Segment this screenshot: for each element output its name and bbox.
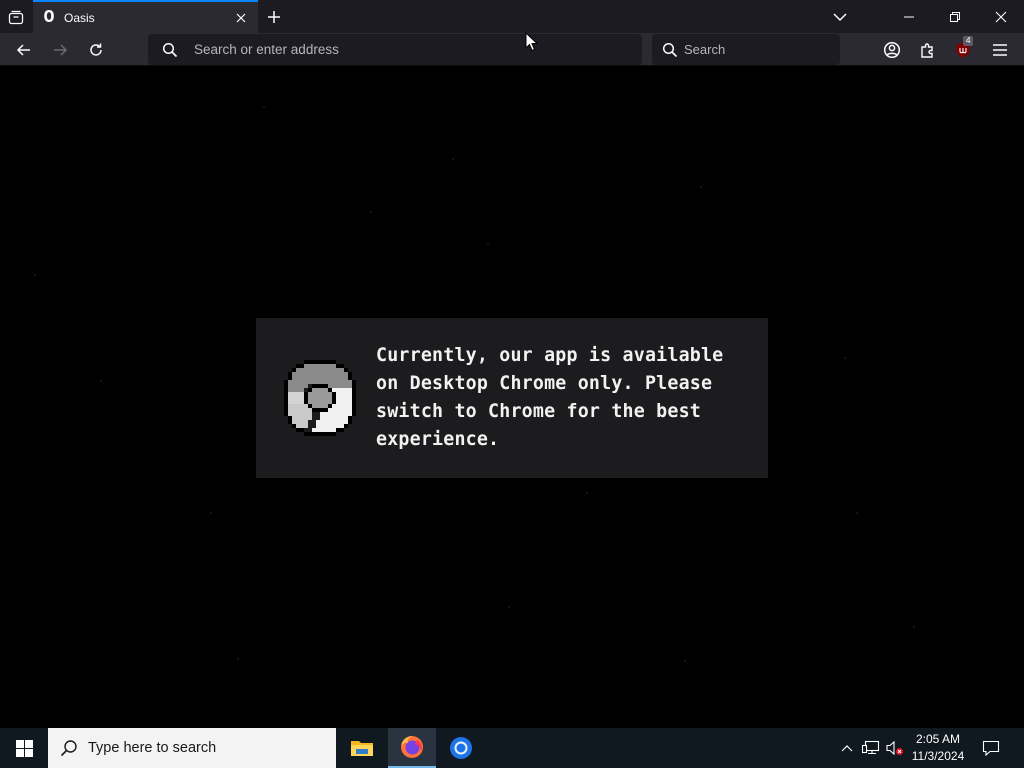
background-star <box>913 626 915 628</box>
search-icon <box>662 42 678 58</box>
background-star <box>684 660 686 662</box>
arrow-right-icon <box>54 44 68 56</box>
forward-button[interactable] <box>46 36 74 64</box>
background-star <box>700 186 702 188</box>
show-hidden-icons-button[interactable] <box>837 738 857 758</box>
navigation-toolbar: Search or enter address Search 4 <box>0 33 1024 66</box>
clock-date: 11/3/2024 <box>911 749 965 763</box>
new-tab-button[interactable] <box>262 5 286 29</box>
background-star <box>452 158 454 160</box>
list-all-tabs-button[interactable] <box>828 5 852 29</box>
screen: O Oasis Search or enter address Search 4… <box>0 0 1024 768</box>
plus-icon <box>268 11 280 23</box>
network-icon <box>862 740 880 755</box>
chrome-icon <box>284 360 356 436</box>
reload-icon <box>90 43 102 56</box>
background-star <box>586 492 588 494</box>
search-icon <box>162 42 178 58</box>
chevron-up-icon <box>841 745 853 752</box>
background-star <box>487 243 489 245</box>
address-bar[interactable]: Search or enter address <box>148 34 642 65</box>
background-star <box>34 274 36 276</box>
search-bar-placeholder: Search <box>684 42 726 57</box>
firefox-icon <box>401 736 423 758</box>
network-status-button[interactable] <box>861 738 881 758</box>
close-icon <box>236 13 246 22</box>
folder-icon <box>351 741 373 756</box>
taskbar-search-placeholder: Type here to search <box>88 740 217 756</box>
windows-taskbar: Type here to search 2:05 AM 11/3/2024 <box>0 728 1024 768</box>
volume-muted-icon <box>886 740 903 756</box>
extension-badge-count: 4 <box>963 36 974 46</box>
background-star <box>856 512 858 514</box>
chrome-icon <box>450 737 472 759</box>
account-button[interactable] <box>879 37 905 63</box>
app-menu-button[interactable] <box>987 37 1013 63</box>
background-star <box>508 606 510 608</box>
background-star <box>210 512 212 514</box>
address-bar-placeholder: Search or enter address <box>194 42 339 57</box>
puzzle-icon <box>921 43 933 58</box>
search-bar[interactable]: Search <box>652 34 840 65</box>
hamburger-menu-icon <box>993 44 1007 56</box>
account-icon <box>883 41 901 59</box>
tab-bar: O Oasis <box>0 0 1024 33</box>
tab-list-icon <box>8 10 24 24</box>
arrow-left-icon <box>16 44 30 56</box>
restore-button[interactable] <box>932 0 978 33</box>
window-close-button[interactable] <box>978 0 1024 33</box>
notification-icon <box>982 740 1000 756</box>
notice-message: Currently, our app is available on Deskt… <box>376 345 724 450</box>
back-button[interactable] <box>10 36 38 64</box>
tab-list-button[interactable] <box>0 0 32 33</box>
page-viewport: Currently, our app is available on Deskt… <box>0 66 1024 728</box>
minimize-button[interactable] <box>886 0 932 33</box>
tab-title: Oasis <box>64 10 95 25</box>
minimize-icon <box>904 16 914 17</box>
start-button[interactable] <box>0 728 48 768</box>
tab-favicon: O <box>43 7 55 28</box>
background-star <box>100 380 102 382</box>
clock-time: 2:05 AM <box>915 732 961 746</box>
volume-button[interactable] <box>885 738 905 758</box>
background-star <box>263 106 265 108</box>
browser-compatibility-notice: Currently, our app is available on Deskt… <box>256 318 768 478</box>
background-star <box>370 211 372 213</box>
restore-icon <box>950 11 960 22</box>
tab-close-button[interactable] <box>233 10 249 26</box>
close-icon <box>995 11 1007 22</box>
taskbar-firefox[interactable] <box>388 728 436 768</box>
windows-logo-icon <box>15 739 33 757</box>
reload-button[interactable] <box>82 36 110 64</box>
search-icon <box>60 739 78 757</box>
taskbar-file-explorer[interactable] <box>338 728 386 768</box>
extensions-button[interactable] <box>915 37 941 63</box>
mouse-cursor-icon <box>525 32 539 52</box>
tab-oasis[interactable]: O Oasis <box>33 0 258 33</box>
background-star <box>237 658 239 660</box>
taskbar-search-box[interactable]: Type here to search <box>48 728 336 768</box>
taskbar-chrome[interactable] <box>437 728 485 768</box>
action-center-button[interactable] <box>980 738 1002 758</box>
system-clock[interactable]: 2:05 AM 11/3/2024 <box>904 731 972 765</box>
chevron-down-icon <box>833 13 847 22</box>
background-star <box>844 357 846 359</box>
